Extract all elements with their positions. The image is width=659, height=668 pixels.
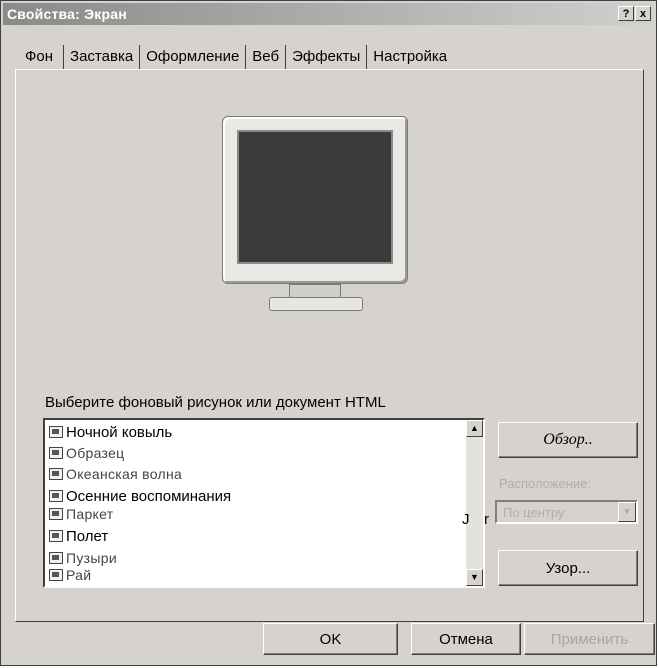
tab-settings[interactable]: Настройка — [366, 45, 453, 69]
list-item-label: Осенние воспоминания — [66, 487, 232, 505]
tab-background[interactable]: Фон — [19, 45, 63, 69]
arrow-down-icon[interactable]: ▼ — [466, 569, 483, 586]
cancel-button[interactable]: Отмена — [411, 623, 521, 655]
wallpaper-list-scrollbar[interactable]: ▲ ▼ — [466, 420, 483, 586]
arrangement-label: Расположение: — [499, 476, 591, 491]
window-title: Свойства: Экран — [7, 6, 127, 22]
list-item-label: Паркет — [66, 506, 114, 522]
wallpaper-prompt-label: Выберите фоновый рисунок или документ HT… — [45, 394, 386, 411]
wallpaper-list[interactable]: Ночной ковыль Образец Океанская волна Ос… — [43, 418, 485, 588]
browse-button[interactable]: Обзор.. — [498, 422, 638, 458]
stray-text-r: r — [484, 511, 489, 528]
stray-text-j: J — [462, 511, 470, 528]
tab-effects[interactable]: Эффекты — [285, 45, 366, 69]
monitor-screen — [237, 130, 393, 264]
image-file-icon — [49, 508, 63, 520]
monitor-stand-neck — [289, 284, 341, 298]
list-item[interactable]: Океанская волна — [49, 464, 182, 484]
tab-web[interactable]: Веб — [245, 45, 285, 69]
display-properties-dialog: Свойства: Экран ? x Фон Заставка Оформле… — [0, 0, 657, 666]
help-button[interactable]: ? — [618, 6, 634, 21]
list-item[interactable]: Осенние воспоминания — [49, 486, 231, 506]
list-item-label: Рай — [66, 567, 92, 583]
list-item-label: Образец — [66, 445, 125, 461]
list-item-label: Ночной ковыль — [66, 423, 173, 441]
image-file-icon — [49, 552, 63, 564]
list-item[interactable]: Рай — [49, 565, 91, 585]
image-file-icon — [49, 447, 63, 459]
ok-button[interactable]: OK — [263, 623, 398, 655]
apply-button[interactable]: Применить — [524, 623, 655, 655]
title-bar[interactable]: Свойства: Экран ? x — [3, 3, 654, 25]
image-file-icon — [49, 426, 63, 438]
arrow-up-icon[interactable]: ▲ — [466, 420, 483, 437]
list-item-label: Полет — [66, 527, 109, 545]
list-item[interactable]: Образец — [49, 443, 125, 463]
tab-appearance[interactable]: Оформление — [139, 45, 245, 69]
arrangement-select[interactable]: По центру ▼ — [495, 500, 638, 524]
list-item-label: Океанская волна — [66, 466, 183, 482]
image-file-icon — [49, 468, 63, 480]
monitor-preview — [222, 116, 408, 284]
chevron-down-icon[interactable]: ▼ — [618, 502, 636, 522]
list-item[interactable]: Полет — [49, 526, 108, 546]
arrangement-value: По центру — [503, 505, 565, 520]
list-item[interactable]: Ночной ковыль — [49, 422, 172, 442]
close-button[interactable]: x — [635, 6, 651, 21]
tab-strip: Фон Заставка Оформление Веб Эффекты Наст… — [19, 41, 453, 69]
pattern-button[interactable]: Узор... — [498, 550, 638, 586]
tab-screensaver[interactable]: Заставка — [63, 45, 139, 69]
image-file-icon — [49, 530, 63, 542]
monitor-stand-base — [269, 297, 363, 311]
list-item-label: Пузыри — [66, 550, 117, 566]
image-file-icon — [49, 569, 63, 581]
list-item[interactable]: Паркет — [49, 504, 113, 524]
image-file-icon — [49, 490, 63, 502]
